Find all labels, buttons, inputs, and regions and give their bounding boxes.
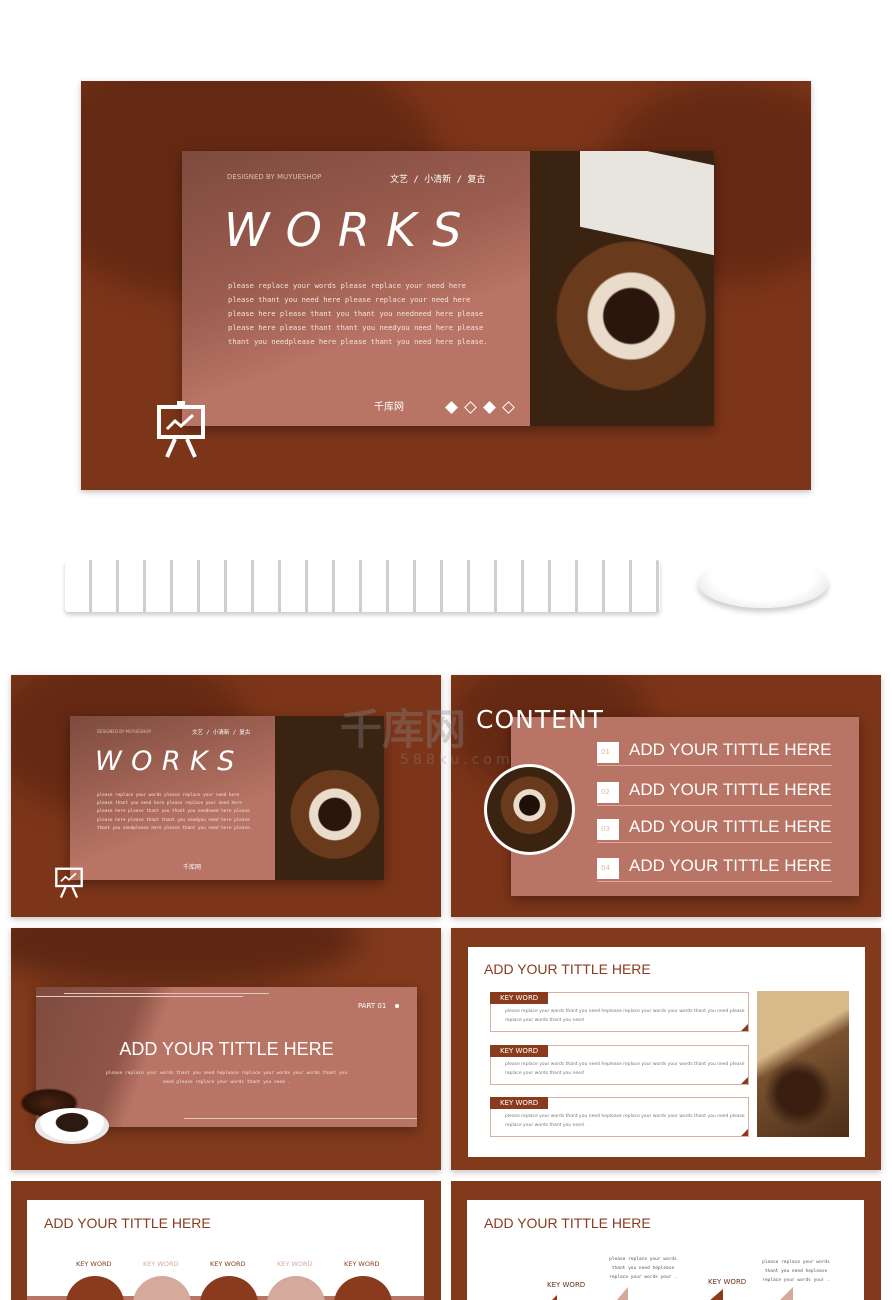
thumbnail-part-slide[interactable]: PART 01 ADD YOUR TITTLE HERE please repl… [11, 928, 441, 1170]
arrow-shape [616, 1287, 628, 1300]
keyword-label: KEY WORD [490, 1045, 549, 1057]
body-line: please thant you need here please replac… [228, 295, 471, 304]
watermark-url: 588ku.com [400, 752, 514, 768]
content-item-1[interactable]: 01 ADD YOUR TITTLE HERE [597, 738, 832, 766]
coffee-cup-image [35, 1108, 109, 1144]
coffee-circle-photo [484, 764, 575, 855]
keyword-label: KEY WORD [547, 1281, 586, 1289]
body-line: please here please thant you thant you n… [97, 809, 250, 815]
slide-title: WORKS [95, 746, 244, 777]
body-line: please here please thant you thant you n… [228, 309, 484, 318]
divider [36, 996, 243, 997]
presentation-board-icon [55, 867, 83, 899]
keyword-text: please replace your words thant you need… [505, 1009, 745, 1023]
designer-credit: DESIGNED BY MUYUESHOP [97, 729, 151, 734]
item-label: ADD YOUR TITTLE HERE [629, 817, 832, 836]
diamond-icon [445, 401, 458, 414]
book-image [580, 151, 714, 256]
keyword-label: KEY WORD [708, 1278, 747, 1286]
keyword-label: KEY WORD [143, 1260, 179, 1268]
body-text: please replace your words please replace… [97, 792, 252, 833]
coffee-cup-photo [530, 151, 714, 426]
brand-mark: 千库网 [183, 864, 202, 871]
thumbnail-keyword-slide[interactable]: ADD YOUR TITTLE HERE please replace your… [451, 928, 881, 1170]
arrow-text: please replace your words thant you need… [762, 1260, 830, 1283]
slide-title: ADD YOUR TITTLE HERE [484, 1215, 651, 1231]
item-label: ADD YOUR TITTLE HERE [629, 856, 832, 875]
section-card: PART 01 ADD YOUR TITTLE HERE please repl… [36, 987, 417, 1127]
body-line: please replace your words please replace… [228, 281, 466, 290]
dot-icon [395, 1004, 399, 1008]
section-title: ADD YOUR TITTLE HERE [119, 1039, 334, 1059]
watermark: 千库网 588ku.com [340, 705, 514, 769]
arrow-text: please replace your words thant you need… [609, 1257, 677, 1280]
item-number: 02 [597, 782, 619, 803]
arrow-shape [551, 1295, 557, 1300]
leaf-shadow [11, 928, 361, 988]
presentation-board-icon [157, 401, 205, 458]
body-line: please replace your words please replace… [97, 793, 240, 798]
divider [184, 1118, 417, 1119]
designer-credit: DESIGNED BY MUYUESHOP [227, 173, 322, 181]
slide-title: ADD YOUR TITTLE HERE [484, 961, 651, 977]
mouse-image [698, 558, 828, 608]
diamond-icon [502, 401, 515, 414]
body-line: please here please thant thant you needy… [228, 323, 484, 332]
watermark-text: 千库网 [340, 705, 467, 754]
diamond-icon [483, 401, 496, 414]
keyword-text: please replace your words thant you need… [505, 1062, 745, 1076]
item-number: 01 [597, 742, 619, 763]
section-body: please replace your words thant you need… [36, 1069, 417, 1087]
body-line: thant you needplease here please thant y… [228, 337, 488, 346]
item-label: ADD YOUR TITTLE HERE [629, 740, 832, 759]
divider [64, 993, 269, 994]
style-tags: 文艺 / 小清新 / 复古 [192, 730, 251, 736]
body-text: please replace your words please replace… [228, 279, 488, 349]
keyword-text: please replace your words thant you need… [505, 1114, 745, 1128]
thumbnail-arrow-slide[interactable]: ADD YOUR TITTLE HERE KEY WORD KEY WORD p… [451, 1181, 881, 1300]
keyword-label: KEY WORD [344, 1260, 380, 1268]
arrow-shape [709, 1289, 723, 1300]
keyword-label: KEY WORD [490, 992, 549, 1004]
main-slide-preview: DESIGNED BY MUYUESHOP 文艺 / 小清新 / 复古 WORK… [81, 81, 811, 490]
content-item-3[interactable]: 03 ADD YOUR TITTLE HERE [597, 815, 832, 843]
title-card: DESIGNED BY MUYUESHOP 文艺 / 小清新 / 复古 WORK… [70, 716, 384, 880]
arrow-shape [779, 1287, 793, 1300]
item-label: ADD YOUR TITTLE HERE [629, 780, 832, 799]
keyword-label: KEY WORD [76, 1260, 112, 1268]
body-line: need please replace your words thant you… [162, 1080, 291, 1085]
content-item-2[interactable]: 02 ADD YOUR TITTLE HERE [597, 778, 832, 806]
slide-title: WORKS [224, 203, 478, 257]
body-line: thant you needplease here please thant y… [97, 825, 253, 831]
content-item-4[interactable]: 04 ADD YOUR TITTLE HERE [597, 854, 832, 882]
keyword-label: KEY WORD [210, 1260, 246, 1268]
diamond-row [442, 397, 518, 416]
body-line: please here please thant thant you needy… [97, 817, 250, 823]
thumbnail-mountain-slide[interactable]: ADD YOUR TITTLE HERE KEY WORD KEY WORD KEY… [11, 1181, 441, 1300]
keyword-label: KEY WORD [277, 1260, 313, 1268]
diamond-icon [464, 401, 477, 414]
style-tags: 文艺 / 小清新 / 复古 [390, 175, 486, 185]
item-number: 04 [597, 858, 619, 879]
keyboard-image [65, 560, 660, 612]
part-label: PART 01 [358, 1002, 387, 1010]
body-line: please replace your words thant you need… [105, 1071, 348, 1076]
brand-mark: 千库网 [374, 402, 404, 413]
title-card: DESIGNED BY MUYUESHOP 文艺 / 小清新 / 复古 WORK… [182, 151, 714, 426]
item-number: 03 [597, 819, 619, 840]
body-line: please thant you need here please replac… [97, 801, 242, 807]
slide-title: ADD YOUR TITTLE HERE [44, 1215, 211, 1231]
coffee-beans-photo [757, 991, 849, 1137]
keyword-label: KEY WORD [490, 1097, 549, 1109]
